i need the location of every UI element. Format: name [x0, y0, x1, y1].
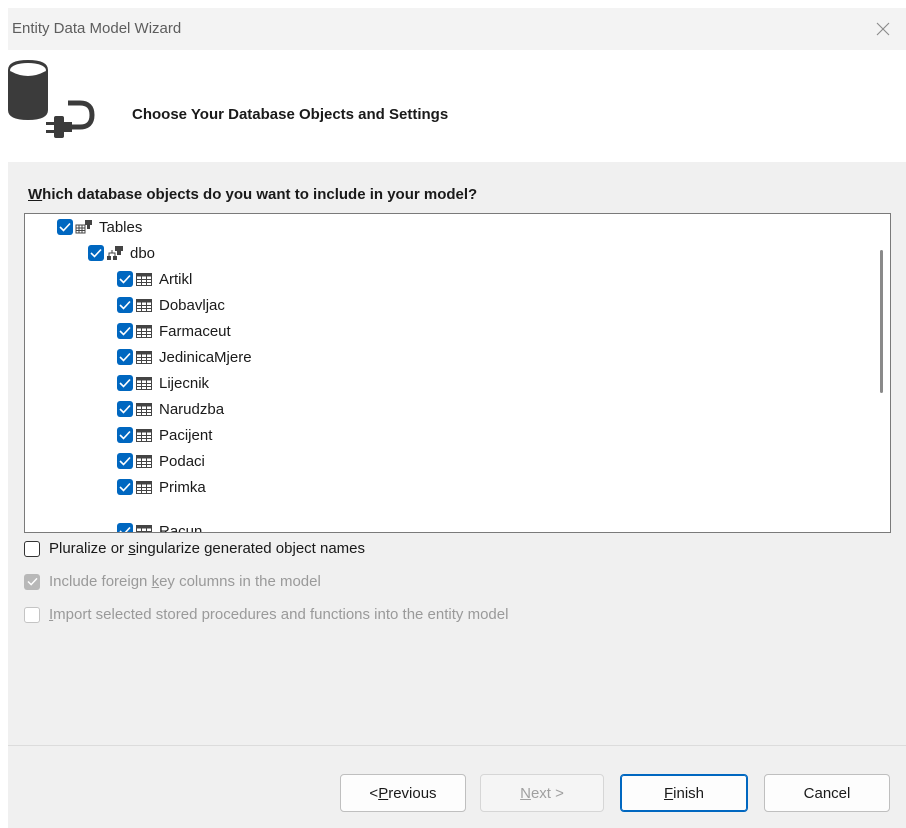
table-checkbox[interactable]: [117, 375, 133, 391]
schema-icon: [106, 245, 124, 261]
checkmark-icon: [119, 456, 131, 466]
table-checkbox[interactable]: [117, 401, 133, 417]
checkmark-icon: [119, 526, 131, 532]
table-grid-icon: [135, 349, 153, 365]
table-label: Dobavljac: [159, 296, 225, 314]
import-procedures-label: Import selected stored procedures and fu…: [49, 606, 509, 623]
table-checkbox[interactable]: [117, 297, 133, 313]
foreign-keys-option: Include foreign key columns in the model: [24, 573, 321, 590]
scrollbar-thumb[interactable]: [880, 250, 883, 393]
tree-item-table[interactable]: JedinicaMjere: [117, 344, 252, 370]
checkmark-icon: [26, 577, 38, 586]
table-label: Primka: [159, 478, 206, 496]
tree-item-table[interactable]: Primka: [117, 474, 206, 500]
table-grid-icon: [135, 297, 153, 313]
table-checkbox[interactable]: [117, 427, 133, 443]
checkmark-icon: [59, 222, 71, 232]
checkmark-icon: [119, 430, 131, 440]
table-grid-icon: [135, 375, 153, 391]
table-checkbox[interactable]: [117, 523, 133, 532]
database-connection-icon: [8, 60, 95, 138]
window-title: Entity Data Model Wizard: [12, 20, 182, 37]
tree-item-table[interactable]: Dobavljac: [117, 292, 225, 318]
tables-icon: [75, 219, 93, 235]
table-grid-icon: [135, 401, 153, 417]
checkmark-icon: [119, 274, 131, 284]
footer-divider: [8, 745, 906, 746]
database-objects-tree[interactable]: Tables dbo Artikl Dobavljac Farmaceut Je…: [24, 213, 891, 533]
tree-scrollbar[interactable]: [873, 214, 890, 532]
tree-item-table[interactable]: Farmaceut: [117, 318, 231, 344]
table-grid-icon: [135, 453, 153, 469]
pluralize-label[interactable]: Pluralize or singularize generated objec…: [49, 540, 365, 557]
wizard-window: Entity Data Model Wizard Choose Your Dat…: [8, 8, 906, 828]
foreign-keys-checkbox: [24, 573, 40, 590]
checkmark-icon: [119, 326, 131, 336]
checkmark-icon: [119, 378, 131, 388]
tree-item-table[interactable]: Pacijent: [117, 422, 212, 448]
table-checkbox[interactable]: [117, 271, 133, 287]
table-grid-icon: [135, 479, 153, 495]
table-grid-icon: [135, 427, 153, 443]
import-procedures-checkbox: [24, 606, 40, 623]
pluralize-option[interactable]: Pluralize or singularize generated objec…: [24, 540, 365, 557]
tree-node-tables[interactable]: Tables: [57, 214, 142, 240]
table-grid-icon: [135, 271, 153, 287]
checkmark-icon: [119, 352, 131, 362]
tables-checkbox[interactable]: [57, 219, 73, 235]
import-procedures-option: Import selected stored procedures and fu…: [24, 606, 508, 623]
finish-button[interactable]: Finish: [620, 774, 748, 812]
foreign-keys-label: Include foreign key columns in the model: [49, 573, 321, 590]
table-label: Pacijent: [159, 426, 213, 444]
tree-item-table[interactable]: Narudzba: [117, 396, 224, 422]
checkmark-icon: [119, 482, 131, 492]
checkmark-icon: [90, 248, 102, 258]
table-label: Artikl: [159, 270, 193, 288]
checkmark-icon: [119, 300, 131, 310]
close-button[interactable]: [860, 8, 906, 50]
table-checkbox[interactable]: [117, 349, 133, 365]
tree-node-label: dbo: [130, 244, 156, 262]
table-grid-icon: [135, 523, 153, 532]
cancel-button[interactable]: Cancel: [764, 774, 890, 812]
table-label: Narudzba: [159, 400, 225, 418]
page-title: Choose Your Database Objects and Setting…: [132, 106, 449, 123]
table-label: Lijecnik: [159, 374, 210, 392]
table-label: Podaci: [159, 452, 205, 470]
tree-item-table[interactable]: Racun: [117, 518, 203, 533]
tree-node-dbo[interactable]: dbo: [88, 240, 155, 266]
table-checkbox[interactable]: [117, 479, 133, 495]
table-label: Racun: [159, 522, 203, 533]
title-bar: Entity Data Model Wizard: [8, 8, 906, 50]
wizard-header: Choose Your Database Objects and Setting…: [8, 50, 906, 162]
tree-item-table[interactable]: Podaci: [117, 448, 205, 474]
table-checkbox[interactable]: [117, 323, 133, 339]
close-icon: [876, 22, 890, 36]
previous-button[interactable]: < Previous: [340, 774, 466, 812]
dbo-checkbox[interactable]: [88, 245, 104, 261]
checkmark-icon: [119, 404, 131, 414]
table-checkbox[interactable]: [117, 453, 133, 469]
table-label: Farmaceut: [159, 322, 231, 340]
pluralize-checkbox[interactable]: [24, 540, 40, 557]
tree-item-table[interactable]: Artikl: [117, 266, 192, 292]
tree-node-label: Tables: [99, 218, 143, 236]
tree-item-table[interactable]: Lijecnik: [117, 370, 209, 396]
next-button: Next >: [480, 774, 604, 812]
table-grid-icon: [135, 323, 153, 339]
objects-question-label: Which database objects do you want to in…: [28, 186, 478, 203]
table-label: JedinicaMjere: [159, 348, 252, 366]
